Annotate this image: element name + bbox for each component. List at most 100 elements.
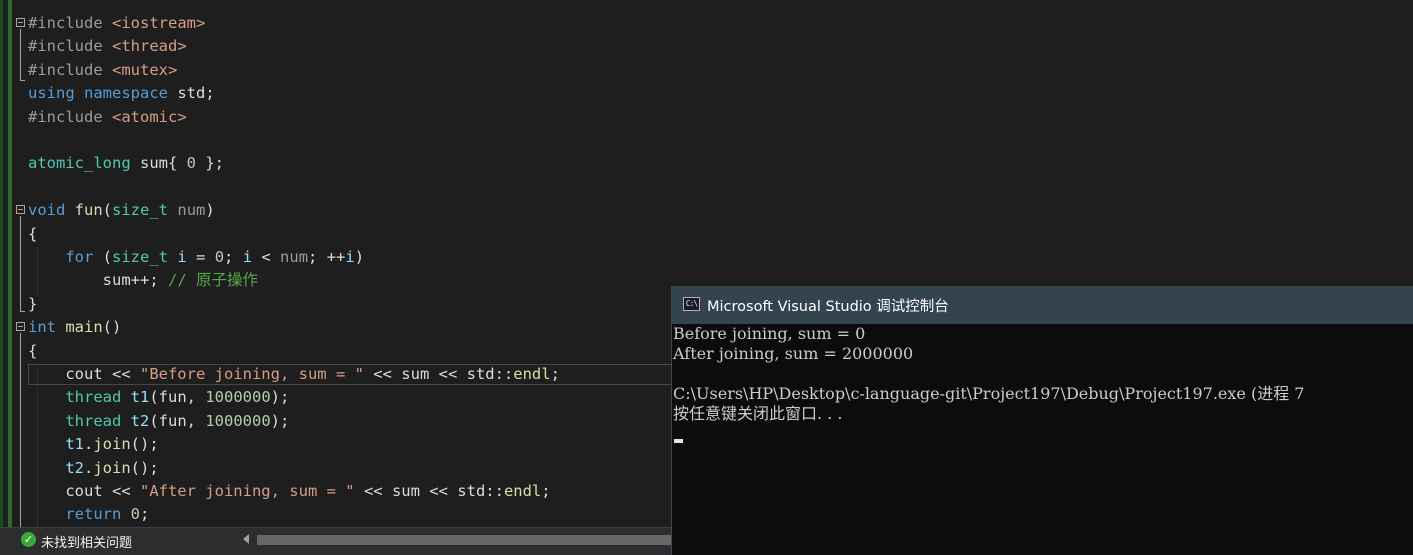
collapse-icon[interactable] — [16, 205, 25, 214]
code-text: for (size_t i = 0; i < num; ++i) — [28, 246, 364, 269]
code-text: #include <thread> — [28, 35, 187, 58]
code-line[interactable]: { — [0, 223, 1413, 246]
code-line[interactable]: atomic_long sum{ 0 }; — [0, 152, 1413, 175]
console-line: C:\Users\HP\Desktop\c-language-git\Proje… — [673, 384, 1305, 403]
issues-status-text[interactable]: 未找到相关问题 — [41, 532, 132, 551]
code-token: #include — [28, 14, 112, 32]
code-line[interactable]: #include <thread> — [0, 35, 1413, 58]
debug-console-window[interactable]: C:\ Microsoft Visual Studio 调试控制台 Before… — [671, 286, 1413, 555]
code-token: std; — [168, 84, 215, 102]
code-text: void fun(size_t num) — [28, 199, 215, 222]
collapse-icon[interactable] — [16, 18, 25, 27]
console-app-icon: C:\ — [683, 297, 700, 311]
code-text: sum++; // 原子操作 — [28, 269, 258, 292]
code-token: endl — [503, 482, 542, 500]
collapse-icon[interactable] — [16, 322, 25, 331]
code-token: <thread> — [112, 37, 187, 55]
code-token: ( — [93, 248, 112, 266]
code-text: #include <mutex> — [28, 59, 177, 82]
code-token: void — [28, 201, 66, 219]
code-token: num — [280, 248, 309, 266]
code-token: { — [28, 225, 38, 243]
console-title-bar[interactable]: C:\ Microsoft Visual Studio 调试控制台 — [672, 286, 1413, 324]
code-token: #include — [28, 61, 112, 79]
code-token: thread — [65, 388, 122, 406]
code-token: #include — [28, 108, 112, 126]
code-token: ; — [550, 365, 560, 383]
code-token: i — [345, 248, 355, 266]
code-text: #include <iostream> — [28, 12, 205, 35]
scrollbar-thumb[interactable] — [257, 535, 680, 545]
code-line[interactable] — [0, 129, 1413, 152]
code-token: { — [28, 342, 38, 360]
code-token: main — [65, 318, 103, 336]
code-token: ) — [205, 201, 215, 219]
code-token: (fun, — [149, 388, 206, 406]
code-token: 0 — [130, 505, 141, 523]
code-token: int — [28, 318, 56, 336]
code-token: 1000000 — [205, 388, 271, 406]
code-token: fun — [74, 201, 103, 219]
code-text: { — [28, 223, 37, 246]
code-token: t2 — [65, 459, 84, 477]
code-token: (); — [130, 459, 159, 477]
code-token: #include — [28, 37, 112, 55]
console-line: Before joining, sum = 0 — [673, 324, 866, 343]
code-line[interactable]: for (size_t i = 0; i < num; ++i) — [0, 246, 1413, 269]
code-line[interactable]: #include <atomic> — [0, 106, 1413, 129]
code-token: sum{ — [130, 154, 187, 172]
code-text: cout << "Before joining, sum = " << sum … — [28, 363, 560, 386]
code-line[interactable]: #include <mutex> — [0, 59, 1413, 82]
code-token: < — [252, 248, 281, 266]
code-token: i — [242, 248, 253, 266]
code-token: i — [177, 248, 187, 266]
code-line[interactable]: using namespace std; — [0, 82, 1413, 105]
code-token: // 原子操作 — [167, 271, 258, 289]
code-text: t2.join(); — [28, 457, 159, 480]
code-token: ); — [270, 412, 290, 430]
code-token: ; ++ — [308, 248, 346, 266]
code-line[interactable] — [0, 176, 1413, 199]
console-title: Microsoft Visual Studio 调试控制台 — [707, 299, 949, 315]
code-token: 1000000 — [205, 412, 271, 430]
code-token: <iostream> — [112, 14, 206, 32]
code-line[interactable]: void fun(size_t num) — [0, 199, 1413, 222]
scroll-left-arrow-icon[interactable] — [243, 534, 249, 544]
code-text: int main() — [28, 316, 121, 339]
code-token: sum++; — [28, 271, 168, 289]
code-text: #include <atomic> — [28, 106, 187, 129]
code-token: . — [84, 435, 94, 453]
code-token: num — [177, 201, 206, 219]
code-token: 0 — [186, 154, 196, 172]
code-token: "Before joining, sum = " — [139, 365, 364, 383]
code-token: thread — [65, 412, 122, 430]
code-text: return 0; — [28, 503, 149, 526]
code-token: ( — [102, 201, 113, 219]
code-token: endl — [513, 365, 551, 383]
code-token: } — [28, 295, 38, 313]
code-token: << sum << std:: — [363, 365, 514, 383]
horizontal-scrollbar[interactable] — [257, 535, 680, 545]
console-line: After joining, sum = 2000000 — [673, 344, 914, 363]
code-token: << sum << std:: — [354, 482, 504, 500]
console-cursor — [674, 439, 683, 443]
status-bar: ✓ 未找到相关问题 — [0, 527, 680, 555]
code-line[interactable]: #include <iostream> — [0, 12, 1413, 35]
code-token: (); — [130, 435, 159, 453]
code-token: "After joining, sum = " — [139, 482, 355, 500]
code-token: cout << — [28, 365, 140, 383]
code-token: = — [186, 248, 215, 266]
code-token: t1 — [130, 388, 150, 406]
code-token: ; — [224, 248, 243, 266]
console-output[interactable]: Before joining, sum = 0 After joining, s… — [672, 324, 1413, 555]
code-token: namespace — [84, 84, 169, 102]
code-token: <atomic> — [112, 108, 187, 126]
